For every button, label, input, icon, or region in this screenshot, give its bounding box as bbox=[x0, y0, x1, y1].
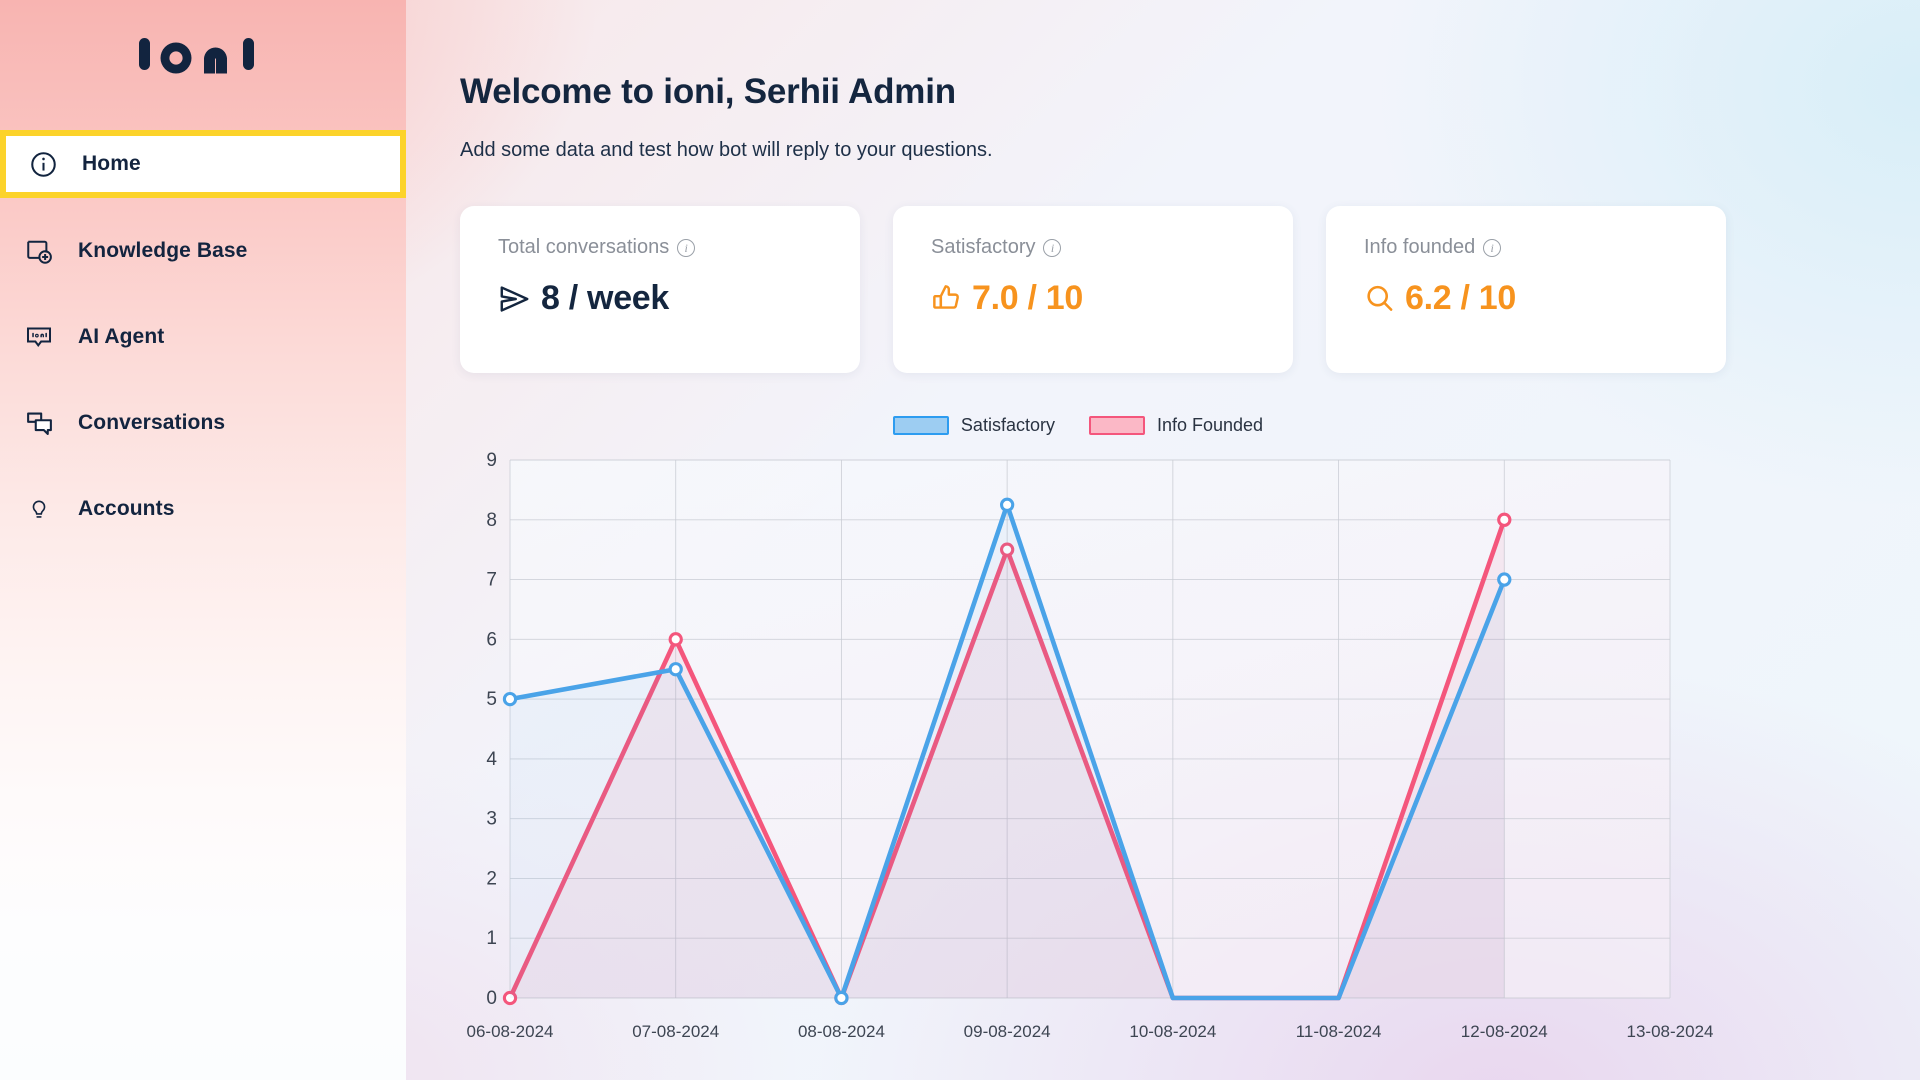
legend-swatch-satisfactory bbox=[892, 416, 949, 435]
svg-text:0: 0 bbox=[486, 988, 497, 1009]
stat-card-label-row: Info founded i bbox=[1364, 236, 1726, 259]
sidebar-item-label: Home bbox=[82, 152, 141, 175]
sidebar-nav: Home Knowledge Base AI Agent Conversatio… bbox=[0, 130, 406, 540]
stat-card-label: Info founded bbox=[1364, 236, 1476, 258]
sidebar-item-label: Knowledge Base bbox=[78, 239, 248, 262]
chart-data-point bbox=[502, 691, 518, 707]
info-icon[interactable]: i bbox=[1483, 238, 1502, 257]
sidebar-item-home[interactable]: Home bbox=[0, 130, 406, 198]
info-icon[interactable]: i bbox=[1043, 238, 1062, 257]
chat-bubble-ioni-icon bbox=[22, 320, 56, 354]
stat-card-value: 7.0 / 10 bbox=[972, 279, 1084, 317]
sidebar-item-accounts[interactable]: Accounts bbox=[0, 478, 406, 540]
sidebar-item-knowledge-base[interactable]: Knowledge Base bbox=[0, 220, 406, 282]
chart-data-point bbox=[834, 990, 849, 1006]
stat-card-label: Total conversations bbox=[498, 236, 670, 258]
stat-card-label-row: Satisfactory i bbox=[931, 236, 1293, 259]
chart-data-point bbox=[668, 662, 683, 677]
page-title: Welcome to ioni, Serhii Admin bbox=[460, 72, 956, 111]
sidebar-item-conversations[interactable]: Conversations bbox=[0, 392, 406, 454]
sidebar-item-label: Conversations bbox=[78, 411, 226, 434]
legend-swatch-info-founded bbox=[1088, 416, 1145, 435]
main-content: Welcome to ioni, Serhii Admin Add some d… bbox=[406, 0, 1920, 1080]
stat-card-value: 8 / week bbox=[541, 279, 670, 317]
stat-card-label-row: Total conversations i bbox=[498, 236, 860, 259]
page-subtitle: Add some data and test how bot will repl… bbox=[460, 139, 993, 161]
search-icon bbox=[1367, 285, 1393, 311]
sidebar-item-label: Accounts bbox=[78, 497, 175, 520]
sidebar-item-ai-agent[interactable]: AI Agent bbox=[0, 306, 406, 368]
legend-item-info-founded[interactable]: Info Founded bbox=[1088, 415, 1264, 436]
stat-card-label: Satisfactory bbox=[931, 236, 1036, 258]
x-axis-tick-label: 10-08-2024 bbox=[1129, 1022, 1217, 1041]
thumbs-up-icon bbox=[933, 285, 959, 309]
line-chart-svg: 0 1 2 3 4 5 6 7 8 9 bbox=[486, 450, 1671, 1009]
x-axis-tick-label: 11-08-2024 bbox=[1295, 1022, 1382, 1041]
chart-legend: Satisfactory Info Founded bbox=[458, 415, 1678, 436]
x-axis-tick-label: 07-08-2024 bbox=[632, 1022, 720, 1041]
svg-text:4: 4 bbox=[486, 749, 497, 770]
legend-label: Info Founded bbox=[1156, 415, 1264, 435]
legend-label: Satisfactory bbox=[960, 415, 1055, 435]
svg-text:8: 8 bbox=[486, 510, 497, 531]
chart-plot-area: 0 1 2 3 4 5 6 7 8 9 bbox=[458, 450, 1678, 1010]
lightbulb-icon bbox=[22, 492, 56, 526]
file-plus-icon bbox=[22, 234, 56, 268]
analytics-chart: Satisfactory Info Founded 0 1 2 3 4 5 6 7 8 9 06-… bbox=[458, 415, 1714, 1054]
sidebar: Home Knowledge Base AI Agent Conversatio… bbox=[0, 0, 406, 1080]
x-axis-tick-label: 06-08-2024 bbox=[466, 1022, 554, 1041]
svg-text:5: 5 bbox=[486, 689, 497, 710]
chart-data-point bbox=[1497, 512, 1512, 527]
x-axis-tick-label: 13-08-2024 bbox=[1626, 1022, 1714, 1041]
x-axis-tick-label: 12-08-2024 bbox=[1460, 1022, 1548, 1041]
brand-logo[interactable] bbox=[0, 0, 406, 100]
x-axis-tick-label: 08-08-2024 bbox=[797, 1022, 885, 1041]
stat-card-value-row: 7.0 / 10 bbox=[931, 279, 1293, 318]
sidebar-item-label: AI Agent bbox=[78, 325, 165, 348]
chart-data-point bbox=[668, 632, 683, 647]
chart-data-point bbox=[1497, 572, 1512, 587]
info-icon[interactable]: i bbox=[677, 238, 696, 257]
chart-data-point bbox=[999, 497, 1015, 512]
svg-text:3: 3 bbox=[486, 809, 497, 830]
stats-cards: Total conversations i 8 / week Satisfact… bbox=[460, 206, 1920, 373]
svg-text:1: 1 bbox=[486, 928, 497, 949]
stat-card-total-conversations: Total conversations i 8 / week bbox=[460, 206, 860, 373]
legend-item-satisfactory[interactable]: Satisfactory bbox=[892, 415, 1055, 436]
stat-card-value-row: 8 / week bbox=[498, 279, 860, 318]
send-icon bbox=[500, 285, 529, 312]
stat-card-value: 6.2 / 10 bbox=[1405, 279, 1517, 317]
svg-text:7: 7 bbox=[486, 570, 497, 591]
stat-card-info-founded: Info founded i 6.2 / 10 bbox=[1326, 206, 1726, 373]
stat-card-satisfactory: Satisfactory i 7.0 / 10 bbox=[893, 206, 1293, 373]
svg-text:9: 9 bbox=[486, 450, 497, 471]
stat-card-value-row: 6.2 / 10 bbox=[1364, 279, 1726, 318]
ioni-logo-icon bbox=[139, 38, 254, 74]
svg-text:2: 2 bbox=[486, 868, 497, 889]
info-circle-icon bbox=[26, 147, 60, 181]
chart-x-axis: 06-08-2024 07-08-2024 08-08-2024 09-08-2024… bbox=[458, 1014, 1714, 1054]
conversations-icon bbox=[22, 406, 56, 440]
x-axis-tick-label: 09-08-2024 bbox=[963, 1022, 1051, 1041]
svg-text:6: 6 bbox=[486, 629, 497, 650]
